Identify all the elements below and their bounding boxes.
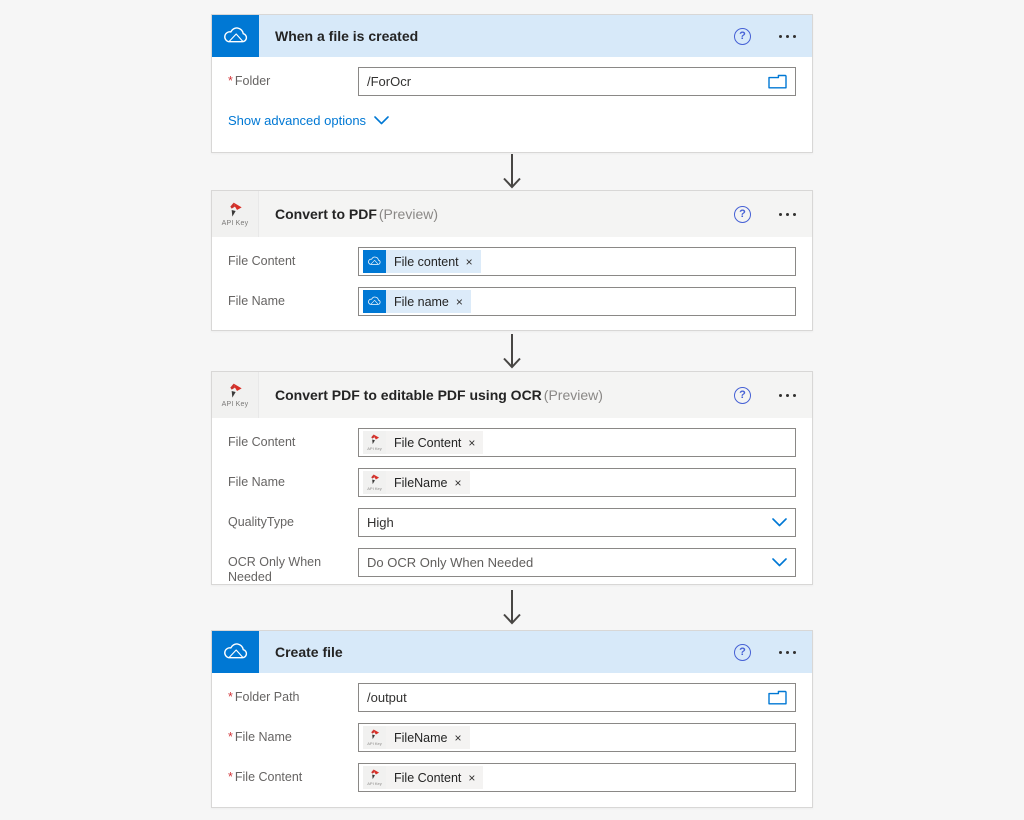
form-row: File Name API Key FileName× bbox=[228, 468, 796, 497]
field-label: *Folder bbox=[228, 67, 358, 89]
action-card-create-file: Create file ? *Folder Path /output *File… bbox=[211, 630, 813, 808]
remove-token-icon[interactable]: × bbox=[456, 295, 463, 309]
field-label: *File Name bbox=[228, 723, 358, 745]
card-header[interactable]: API Key Convert PDF to editable PDF usin… bbox=[212, 372, 812, 418]
ocr-only-when-needed-dropdown[interactable]: Do OCR Only When Needed bbox=[358, 548, 796, 577]
dynamic-content-token[interactable]: File content× bbox=[363, 250, 481, 273]
field-label: File Content bbox=[228, 428, 358, 450]
file-content-input[interactable]: File content× bbox=[358, 247, 796, 276]
remove-token-icon[interactable]: × bbox=[468, 771, 475, 785]
chevron-down-icon bbox=[772, 518, 787, 527]
dynamic-content-token[interactable]: API Key FileName× bbox=[363, 726, 470, 749]
preview-tag: (Preview) bbox=[379, 206, 438, 222]
preview-tag: (Preview) bbox=[544, 387, 603, 403]
form-row: QualityType High bbox=[228, 508, 796, 537]
form-row: *Folder Path /output bbox=[228, 683, 796, 712]
folder-path-value: /output bbox=[367, 690, 407, 705]
folder-input[interactable]: /ForOcr bbox=[358, 67, 796, 96]
form-row: File Content API Key File Content× bbox=[228, 428, 796, 457]
remove-token-icon[interactable]: × bbox=[468, 436, 475, 450]
field-label: OCR Only When Needed bbox=[228, 548, 358, 585]
connector-arrow-icon bbox=[498, 590, 526, 626]
folder-picker-icon[interactable] bbox=[768, 74, 787, 89]
dynamic-content-token[interactable]: API Key File Content× bbox=[363, 766, 483, 789]
folder-picker-icon[interactable] bbox=[768, 690, 787, 705]
api-key-connector-icon: API Key bbox=[212, 191, 259, 237]
field-label: *Folder Path bbox=[228, 683, 358, 705]
api-key-icon: API Key bbox=[363, 431, 386, 454]
action-card-convert-to-pdf: API Key Convert to PDF(Preview) ? File C… bbox=[211, 190, 813, 331]
show-advanced-options-link[interactable]: Show advanced options bbox=[228, 113, 389, 128]
form-row: File Name File name× bbox=[228, 287, 796, 316]
more-options-icon[interactable] bbox=[777, 29, 798, 44]
connector-arrow-icon bbox=[498, 334, 526, 370]
trigger-card-when-a-file-is-created: When a file is created ? *Folder /ForOcr… bbox=[211, 14, 813, 153]
form-row: *File Content API Key File Content× bbox=[228, 763, 796, 792]
card-header[interactable]: When a file is created ? bbox=[212, 15, 812, 57]
remove-token-icon[interactable]: × bbox=[455, 476, 462, 490]
form-row: *File Name API Key FileName× bbox=[228, 723, 796, 752]
file-content-input[interactable]: API Key File Content× bbox=[358, 428, 796, 457]
more-options-icon[interactable] bbox=[777, 207, 798, 222]
field-label: File Name bbox=[228, 287, 358, 309]
field-label: File Content bbox=[228, 247, 358, 269]
onedrive-icon bbox=[212, 631, 259, 673]
folder-value: /ForOcr bbox=[367, 74, 411, 89]
file-content-input[interactable]: API Key File Content× bbox=[358, 763, 796, 792]
more-options-icon[interactable] bbox=[777, 645, 798, 660]
action-card-convert-pdf-ocr: API Key Convert PDF to editable PDF usin… bbox=[211, 371, 813, 585]
folder-path-input[interactable]: /output bbox=[358, 683, 796, 712]
remove-token-icon[interactable]: × bbox=[466, 255, 473, 269]
dynamic-content-token[interactable]: File name× bbox=[363, 290, 471, 313]
help-icon[interactable]: ? bbox=[734, 387, 751, 404]
file-name-input[interactable]: API Key FileName× bbox=[358, 723, 796, 752]
onedrive-icon bbox=[363, 250, 386, 273]
file-name-input[interactable]: API Key FileName× bbox=[358, 468, 796, 497]
field-label: *File Content bbox=[228, 763, 358, 785]
card-title: Create file bbox=[275, 644, 343, 660]
help-icon[interactable]: ? bbox=[734, 206, 751, 223]
form-row: File Content File content× bbox=[228, 247, 796, 276]
more-options-icon[interactable] bbox=[777, 388, 798, 403]
quality-type-dropdown[interactable]: High bbox=[358, 508, 796, 537]
card-title: Convert PDF to editable PDF using OCR(Pr… bbox=[275, 387, 603, 403]
card-title: When a file is created bbox=[275, 28, 418, 44]
form-row: *Folder /ForOcr bbox=[228, 67, 796, 96]
chevron-down-icon bbox=[374, 116, 389, 125]
field-label: QualityType bbox=[228, 508, 358, 530]
api-key-icon: API Key bbox=[363, 471, 386, 494]
dynamic-content-token[interactable]: API Key File Content× bbox=[363, 431, 483, 454]
card-title: Convert to PDF(Preview) bbox=[275, 206, 438, 222]
remove-token-icon[interactable]: × bbox=[455, 731, 462, 745]
help-icon[interactable]: ? bbox=[734, 28, 751, 45]
card-header[interactable]: Create file ? bbox=[212, 631, 812, 673]
help-icon[interactable]: ? bbox=[734, 644, 751, 661]
dynamic-content-token[interactable]: API Key FileName× bbox=[363, 471, 470, 494]
file-name-input[interactable]: File name× bbox=[358, 287, 796, 316]
flow-designer-canvas: When a file is created ? *Folder /ForOcr… bbox=[0, 0, 1024, 820]
field-label: File Name bbox=[228, 468, 358, 490]
form-row: OCR Only When Needed Do OCR Only When Ne… bbox=[228, 548, 796, 585]
chevron-down-icon bbox=[772, 558, 787, 567]
connector-arrow-icon bbox=[498, 154, 526, 190]
onedrive-icon bbox=[363, 290, 386, 313]
api-key-connector-icon: API Key bbox=[212, 372, 259, 418]
onedrive-icon bbox=[212, 15, 259, 57]
api-key-icon: API Key bbox=[363, 726, 386, 749]
card-header[interactable]: API Key Convert to PDF(Preview) ? bbox=[212, 191, 812, 237]
api-key-icon: API Key bbox=[363, 766, 386, 789]
